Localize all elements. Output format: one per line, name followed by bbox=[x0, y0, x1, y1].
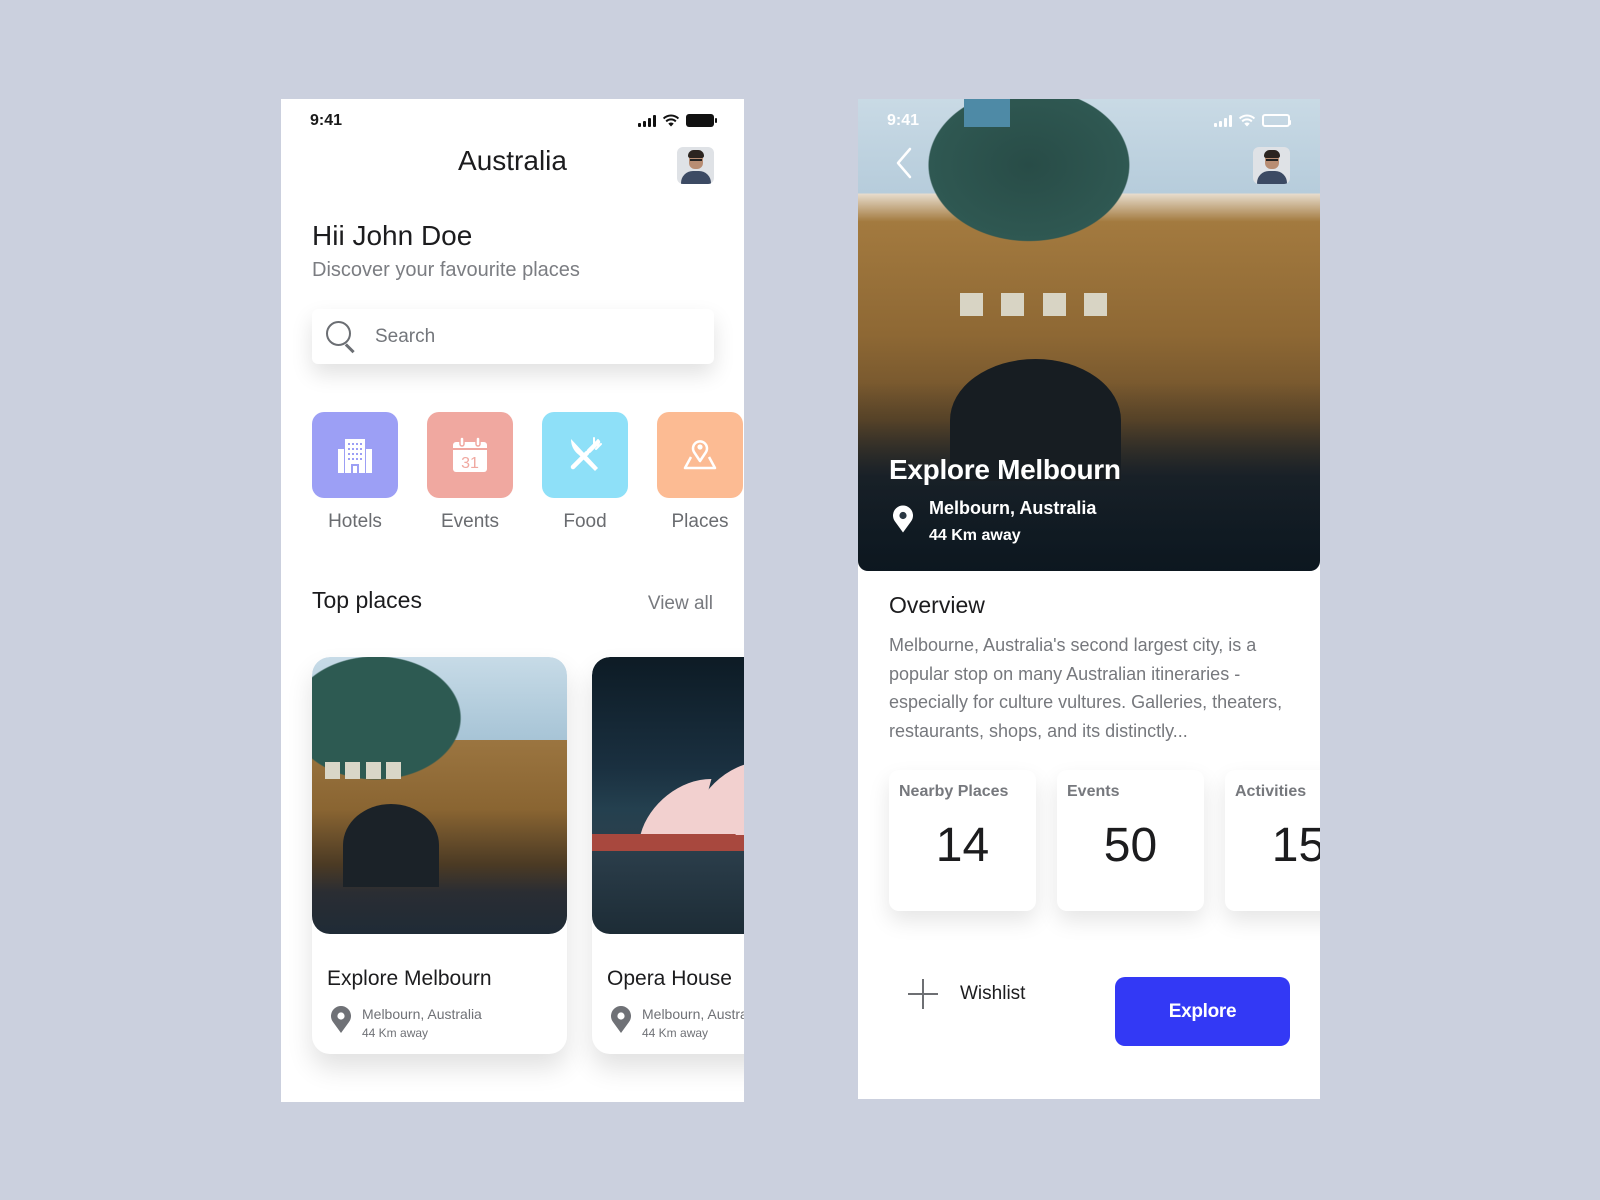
greeting-subtitle: Discover your favourite places bbox=[312, 259, 580, 281]
stats-list: Nearby Places 14 Events 50 Activities 15 bbox=[889, 770, 1320, 911]
calendar-icon: 31 bbox=[453, 436, 487, 472]
category-label: Hotels bbox=[328, 511, 382, 532]
category-label: Places bbox=[671, 511, 729, 532]
status-bar: 9:41 bbox=[281, 99, 744, 145]
category-list: Hotels 31 Events Food Places bbox=[312, 412, 743, 533]
place-image bbox=[312, 657, 567, 934]
avatar[interactable] bbox=[677, 147, 714, 184]
category-events[interactable]: 31 Events bbox=[427, 412, 513, 533]
top-places-heading: Top places bbox=[312, 587, 422, 613]
stat-card-activities[interactable]: Activities 15 bbox=[1225, 770, 1320, 911]
greeting: Hii John Doe bbox=[312, 220, 473, 251]
status-bar: 9:41 bbox=[858, 99, 1320, 145]
hero-location: Melbourn, Australia bbox=[929, 498, 1097, 518]
view-all-link[interactable]: View all bbox=[648, 593, 713, 615]
plus-icon bbox=[908, 979, 938, 1009]
stat-card-nearby-places[interactable]: Nearby Places 14 bbox=[889, 770, 1036, 911]
stat-value: 15 bbox=[1271, 819, 1320, 872]
place-distance: 44 Km away bbox=[362, 1026, 429, 1040]
place-title: Explore Melbourn bbox=[327, 967, 492, 990]
place-image bbox=[592, 657, 744, 934]
battery-icon bbox=[1262, 114, 1291, 127]
category-tile[interactable] bbox=[312, 412, 398, 498]
place-location: Melbourn, Australia bbox=[362, 1006, 482, 1022]
stat-label: Nearby Places bbox=[899, 783, 1009, 800]
search-icon bbox=[326, 320, 358, 353]
wifi-icon bbox=[1238, 114, 1256, 127]
location-pin-icon bbox=[893, 505, 913, 533]
stat-value: 14 bbox=[935, 819, 990, 872]
calendar-date: 31 bbox=[461, 455, 479, 472]
category-label: Events bbox=[440, 511, 500, 532]
place-card[interactable]: Explore Melbourn Melbourn, Australia 44 … bbox=[312, 657, 567, 1054]
avatar[interactable] bbox=[1253, 147, 1290, 184]
cellular-signal-icon bbox=[638, 114, 656, 127]
cellular-signal-icon bbox=[1214, 114, 1232, 127]
map-pin-icon bbox=[683, 440, 717, 470]
status-time: 9:41 bbox=[887, 112, 920, 129]
status-time: 9:41 bbox=[310, 112, 343, 129]
overview-heading: Overview bbox=[889, 592, 985, 618]
category-food[interactable]: Food bbox=[542, 412, 628, 533]
overview-text: Melbourne, Australia's second largest ci… bbox=[889, 635, 1283, 741]
detail-screen: 9:41 Explore Melbourn Melbourn, Australi… bbox=[858, 99, 1320, 1099]
page-title: Australia bbox=[458, 145, 567, 176]
category-label: Food bbox=[563, 511, 607, 532]
category-tile[interactable]: 31 bbox=[427, 412, 513, 498]
category-tile[interactable] bbox=[657, 412, 743, 498]
back-chevron-icon[interactable] bbox=[892, 143, 916, 183]
category-hotels[interactable]: Hotels bbox=[312, 412, 398, 533]
hero-distance: 44 Km away bbox=[929, 527, 1021, 544]
cutlery-icon bbox=[570, 437, 602, 471]
hotel-icon bbox=[338, 439, 372, 473]
search-bar[interactable] bbox=[312, 309, 714, 364]
wishlist-button[interactable]: Wishlist bbox=[908, 979, 1025, 1009]
wishlist-label: Wishlist bbox=[960, 983, 1026, 1004]
hero-title: Explore Melbourn bbox=[889, 454, 1121, 485]
stat-label: Events bbox=[1067, 783, 1120, 800]
stat-card-events[interactable]: Events 50 bbox=[1057, 770, 1204, 911]
home-screen: 9:41 Australia Hii John Doe Discover you… bbox=[281, 99, 744, 1102]
place-title: Opera House bbox=[607, 967, 732, 990]
category-tile[interactable] bbox=[542, 412, 628, 498]
location-pin-icon bbox=[331, 1006, 351, 1033]
top-places-list: Explore Melbourn Melbourn, Australia 44 … bbox=[312, 657, 744, 1054]
explore-button[interactable]: Explore bbox=[1115, 977, 1290, 1046]
stat-value: 50 bbox=[1103, 819, 1158, 872]
place-distance: 44 Km away bbox=[642, 1026, 709, 1040]
battery-icon bbox=[686, 114, 717, 127]
place-card[interactable]: Opera House Melbourn, Australia 44 Km aw… bbox=[592, 657, 744, 1054]
category-places[interactable]: Places bbox=[657, 412, 743, 533]
stat-label: Activities bbox=[1235, 783, 1307, 800]
location-pin-icon bbox=[611, 1006, 631, 1033]
wifi-icon bbox=[662, 114, 680, 127]
place-location: Melbourn, Australia bbox=[642, 1006, 744, 1022]
search-input[interactable] bbox=[375, 325, 675, 348]
